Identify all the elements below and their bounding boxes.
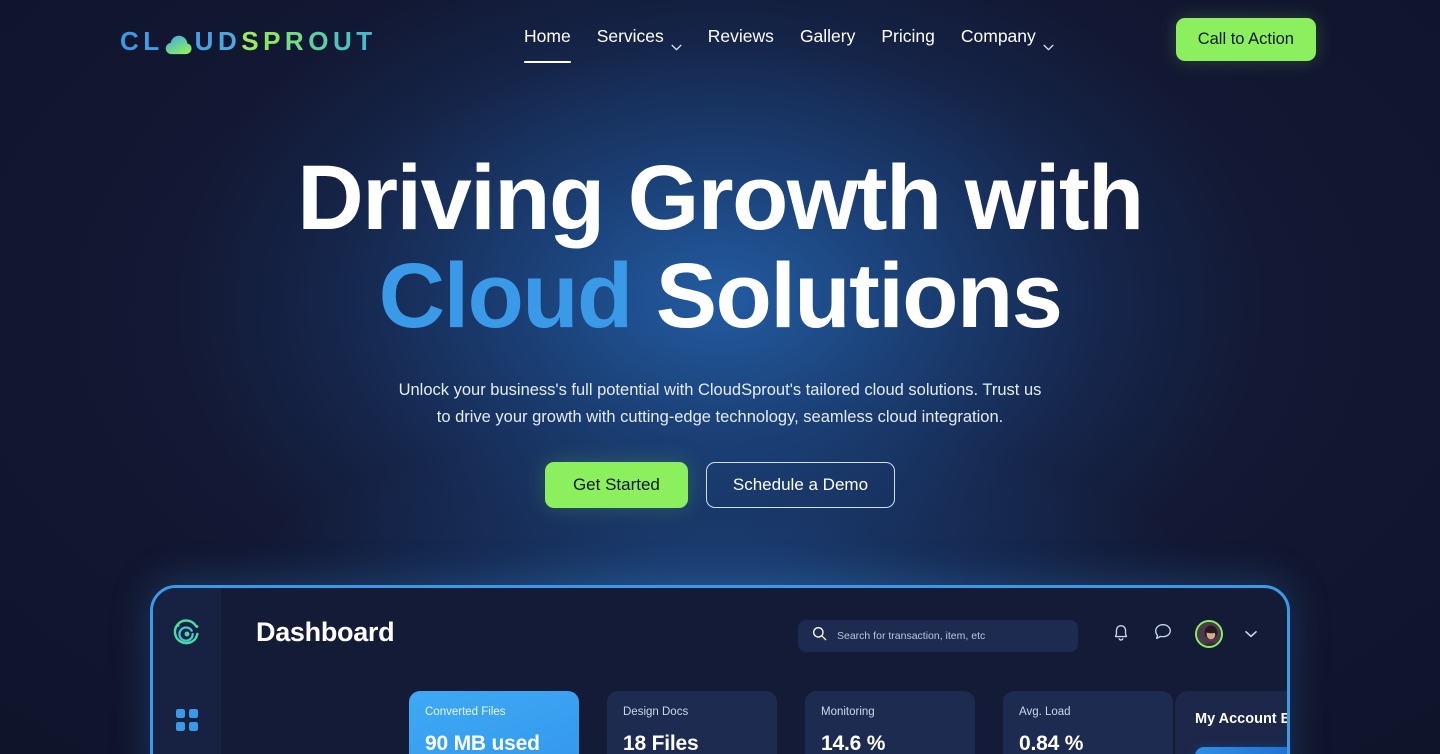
avatar[interactable]	[1195, 620, 1223, 648]
brand-letter: R	[284, 25, 309, 56]
stat-card-label: Avg. Load	[1019, 706, 1071, 718]
call-to-action-button[interactable]: Call to Action	[1175, 18, 1316, 61]
chevron-down-icon	[671, 35, 682, 51]
site-header: C L U D S P R O U T Home Services Review…	[0, 0, 1440, 80]
brand-letter: U	[194, 25, 218, 56]
schedule-demo-button[interactable]: Schedule a Demo	[705, 462, 896, 508]
brand-letter: C	[120, 25, 144, 56]
stat-cards-row: Converted Files 90 MB used Design Docs 1…	[409, 691, 1173, 754]
stat-card[interactable]: Design Docs 18 Files	[607, 691, 777, 754]
main-navigation: Home Services Reviews Gallery Pricing Co…	[524, 26, 1054, 63]
nav-item-label: Gallery	[799, 26, 856, 46]
cloud-icon	[165, 32, 192, 55]
search-icon	[812, 626, 827, 646]
hero-actions: Get Started Schedule a Demo	[0, 462, 1440, 508]
stat-card-value: 14.6 %	[821, 732, 886, 754]
bell-icon[interactable]	[1111, 621, 1131, 648]
nav-item-label: Home	[524, 26, 571, 46]
brand-letter: U	[332, 25, 357, 56]
hero-title-accent: Cloud	[378, 245, 634, 347]
chevron-down-icon[interactable]	[1245, 625, 1257, 643]
dashboard-sidebar	[153, 588, 221, 754]
grid-icon[interactable]	[176, 709, 198, 736]
stat-card-value: 0.84 %	[1019, 732, 1084, 754]
hero-title-line1: Driving Growth with	[297, 147, 1144, 249]
nav-item-gallery[interactable]: Gallery	[800, 26, 855, 51]
brand-letter: D	[217, 25, 242, 56]
hero-title-rest: Solutions	[631, 245, 1063, 347]
brand-logo[interactable]: C L U D S P R O U T	[120, 26, 377, 56]
account-bank-title: My Account Bank	[1195, 711, 1287, 727]
stat-card-value: 18 Files	[623, 732, 699, 754]
hero-subtitle: Unlock your business's full potential wi…	[0, 377, 1440, 431]
nav-item-pricing[interactable]: Pricing	[881, 26, 935, 51]
nav-item-company[interactable]: Company	[961, 26, 1054, 51]
stat-card-label: Converted Files	[425, 706, 506, 718]
stat-card[interactable]: Avg. Load 0.84 %	[1003, 691, 1173, 754]
nav-item-label: Services	[596, 26, 664, 46]
nav-item-label: Company	[960, 26, 1036, 46]
nav-item-label: Pricing	[881, 26, 935, 46]
chat-icon[interactable]	[1153, 622, 1173, 647]
nav-item-reviews[interactable]: Reviews	[708, 26, 774, 51]
dashboard-header-actions	[1111, 620, 1257, 648]
stat-card[interactable]: Monitoring 14.6 %	[805, 691, 975, 754]
brand-mark-icon[interactable]	[171, 618, 203, 655]
stat-card-label: Design Docs	[623, 706, 689, 718]
brand-letter: P	[263, 25, 285, 56]
hero-title-line2: Cloud Solutions	[0, 250, 1440, 342]
bank-card-preview[interactable]	[1195, 747, 1287, 754]
dashboard-preview: Dashboard Search for transaction, item, …	[150, 585, 1290, 754]
brand-letter: O	[308, 25, 333, 56]
account-bank-panel: My Account Bank	[1175, 691, 1287, 754]
stat-card[interactable]: Converted Files 90 MB used	[409, 691, 579, 754]
search-input[interactable]	[837, 630, 1064, 642]
hero-subtitle-line2: to drive your growth with cutting-edge t…	[436, 408, 1004, 426]
search-bar[interactable]	[798, 620, 1078, 652]
brand-letter: T	[356, 25, 377, 56]
nav-item-home[interactable]: Home	[524, 26, 571, 63]
nav-item-label: Reviews	[707, 26, 774, 46]
dashboard-body: Dashboard Search for transaction, item, …	[221, 588, 1287, 754]
hero-subtitle-line1: Unlock your business's full potential wi…	[398, 381, 1042, 399]
chevron-down-icon	[1043, 35, 1054, 51]
brand-letter: L	[143, 25, 164, 56]
brand-letter: S	[241, 25, 264, 56]
stat-card-value: 90 MB used	[425, 732, 540, 754]
stat-card-label: Monitoring	[821, 706, 875, 718]
get-started-button[interactable]: Get Started	[544, 462, 688, 508]
page-title: Driving Growth with Cloud Solutions	[0, 152, 1440, 342]
nav-item-services[interactable]: Services	[597, 26, 682, 51]
dashboard-title: Dashboard	[256, 617, 395, 647]
